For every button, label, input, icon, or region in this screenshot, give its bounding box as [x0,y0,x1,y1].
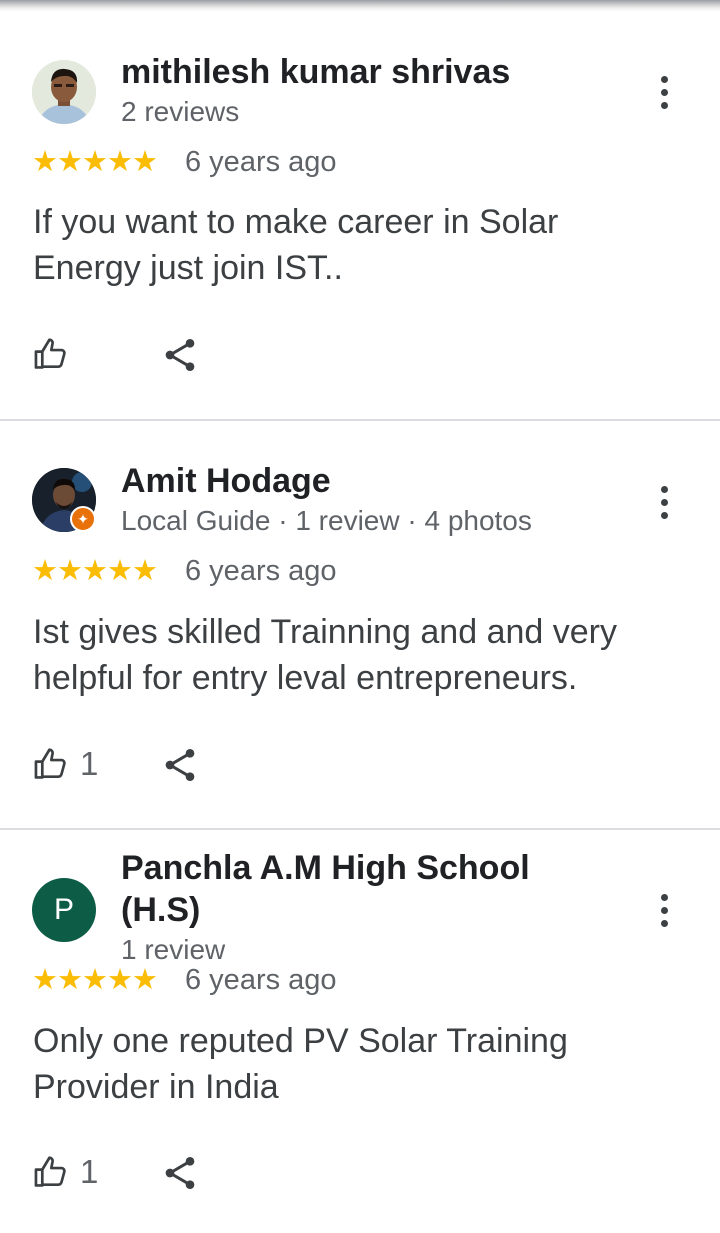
thumb-up-icon [34,1156,66,1187]
review-text: Only one reputed PV Solar Training Provi… [33,1022,568,1106]
share-button[interactable] [160,745,200,785]
local-guide-badge-icon: ✦ [70,506,96,532]
review-text: If you want to make career in Solar Ener… [33,203,559,287]
review-card: mithilesh kumar shrivas 2 reviews ★★★★★ … [0,0,720,420]
review-date: 6 years ago [185,555,337,587]
star-rating: ★★★★★ [32,555,158,587]
review-date: 6 years ago [185,964,337,996]
reviewer-meta: 1 review [121,934,226,965]
like-button[interactable]: 1 [32,1152,98,1192]
share-icon [165,749,195,781]
review-card: ✦ Amit Hodage Local Guide · 1 review · 4… [0,421,720,829]
star-rating: ★★★★★ [32,146,158,178]
thumb-up-icon [34,748,66,779]
more-vert-icon [660,75,668,83]
share-icon [165,1157,195,1189]
share-button[interactable] [160,335,200,375]
share-button[interactable] [160,1153,200,1193]
reviewer-meta: 2 reviews [121,96,240,127]
avatar[interactable] [32,60,96,124]
more-vert-icon [660,893,668,901]
reviewer-name[interactable]: mithilesh kumar shrivas [121,52,510,92]
more-options-button[interactable] [644,67,684,117]
reviewer-name[interactable]: Panchla A.M High School [121,848,530,888]
like-button[interactable]: 1 [32,744,98,784]
review-text: Ist gives skilled Trainning and and very… [33,613,617,697]
like-count: 1 [80,1153,99,1190]
review-date: 6 years ago [185,146,337,178]
avatar-letter: P [53,893,74,926]
more-options-button[interactable] [644,885,684,935]
like-button[interactable] [32,334,80,374]
reviewer-name-line2[interactable]: (H.S) [121,890,200,930]
reviewer-meta: Local Guide · 1 review · 4 photos [121,505,532,536]
star-rating: ★★★★★ [32,964,158,996]
more-vert-icon [660,485,668,493]
avatar[interactable]: P [32,878,96,942]
more-options-button[interactable] [644,477,684,527]
like-count: 1 [80,745,99,782]
share-icon [165,339,195,371]
review-card: P Panchla A.M High School (H.S) 1 review… [0,830,720,1233]
thumb-up-icon [34,338,66,369]
avatar-photo [32,60,96,124]
reviewer-name[interactable]: Amit Hodage [121,461,331,501]
